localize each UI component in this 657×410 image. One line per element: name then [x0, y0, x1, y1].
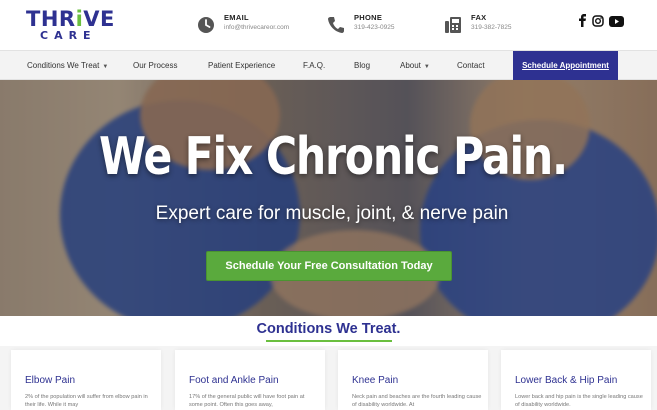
contact-fax[interactable]: FAX 319-382-7825	[443, 13, 511, 37]
condition-card-title[interactable]: Lower Back & Hip Pain	[515, 375, 617, 386]
youtube-icon[interactable]	[609, 14, 624, 32]
phone-value[interactable]: 319-423-0925	[354, 22, 394, 34]
thrive-care-logo[interactable]: THRiVE CARE	[26, 9, 118, 43]
chevron-down-icon: ▼	[423, 64, 430, 70]
email-label: EMAIL	[224, 13, 249, 22]
condition-card-knee-pain[interactable]: Knee Pain Neck pain and beaches are the …	[338, 350, 488, 410]
hero-title: We Fix Chronic Pain.	[99, 127, 568, 187]
free-consultation-button[interactable]: Schedule Your Free Consultation Today	[206, 251, 452, 281]
social-links	[578, 14, 624, 32]
clock-icon	[198, 17, 214, 33]
condition-card-title[interactable]: Knee Pain	[352, 375, 398, 386]
conditions-heading: Conditions We Treat.	[256, 321, 401, 337]
nav-conditions-we-treat[interactable]: Conditions We Treat ▼	[27, 51, 108, 81]
nav-faq[interactable]: F.A.Q.	[303, 51, 325, 81]
instagram-icon[interactable]	[592, 14, 604, 32]
facebook-icon[interactable]	[578, 14, 587, 32]
phone-icon	[328, 17, 344, 33]
fax-icon	[445, 17, 461, 33]
hero-banner: We Fix Chronic Pain. Expert care for mus…	[0, 80, 657, 316]
schedule-appointment-button[interactable]: Schedule Appointment	[513, 51, 618, 81]
condition-card-text: 2% of the population will suffer from el…	[25, 394, 148, 408]
condition-card-elbow-pain[interactable]: Elbow Pain 2% of the population will suf…	[11, 350, 161, 410]
phone-label: PHONE	[354, 13, 383, 22]
nav-about[interactable]: About ▼	[400, 51, 430, 81]
nav-blog[interactable]: Blog	[354, 51, 370, 81]
condition-card-foot-ankle-pain[interactable]: Foot and Ankle Pain 17% of the general p…	[175, 350, 325, 410]
condition-card-text: Neck pain and beaches are the fourth lea…	[352, 394, 482, 408]
nav-patient-experience[interactable]: Patient Experience	[208, 51, 275, 81]
nav-our-process[interactable]: Our Process	[133, 51, 177, 81]
top-bar: THRiVE CARE EMAIL info@thrivecareor.com …	[0, 0, 657, 50]
email-value[interactable]: info@thrivecareor.com	[224, 22, 289, 34]
condition-card-title[interactable]: Foot and Ankle Pain	[189, 375, 279, 386]
conditions-heading-underline	[266, 340, 392, 342]
chevron-down-icon: ▼	[102, 64, 109, 70]
contact-email[interactable]: EMAIL info@thrivecareor.com	[196, 13, 289, 37]
condition-card-text: Lower back and hip pain is the single le…	[515, 394, 643, 408]
logo-wordmark: THRiVE	[26, 7, 115, 31]
contact-phone[interactable]: PHONE 319-423-0925	[326, 13, 394, 37]
fax-value: 319-382-7825	[471, 24, 512, 31]
logo-subtext: CARE	[40, 29, 97, 42]
hero-subtitle: Expert care for muscle, joint, & nerve p…	[155, 203, 509, 224]
fax-label: FAX	[471, 13, 487, 22]
condition-card-title[interactable]: Elbow Pain	[25, 375, 75, 386]
condition-card-lower-back-hip-pain[interactable]: Lower Back & Hip Pain Lower back and hip…	[501, 350, 651, 410]
condition-card-text: 17% of the general public will have foot…	[189, 394, 305, 408]
main-nav: Conditions We Treat ▼ Our Process Patient…	[0, 50, 657, 81]
nav-contact[interactable]: Contact	[457, 51, 485, 81]
